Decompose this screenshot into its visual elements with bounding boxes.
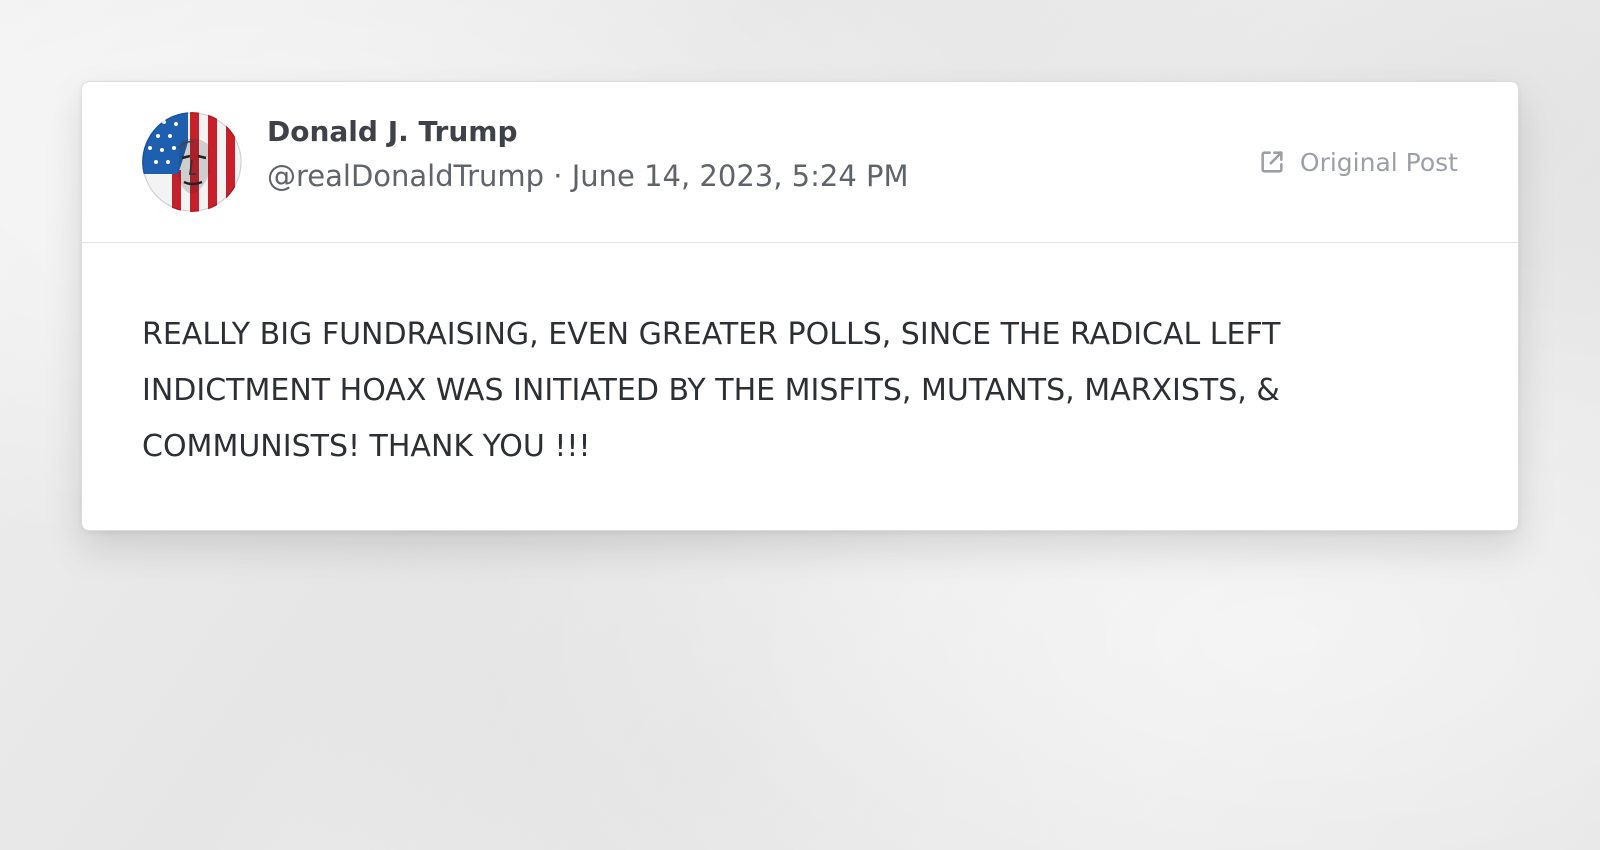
- original-post-link[interactable]: Original Post: [1258, 148, 1458, 176]
- post-text: REALLY BIG FUNDRAISING, EVEN GREATER POL…: [142, 317, 1281, 464]
- author-info: Donald J. Trump @realDonaldTrump · June …: [267, 118, 909, 191]
- author-meta: @realDonaldTrump · June 14, 2023, 5:24 P…: [267, 162, 909, 191]
- post-body: REALLY BIG FUNDRAISING, EVEN GREATER POL…: [82, 243, 1518, 475]
- original-post-label: Original Post: [1299, 147, 1458, 177]
- post-card: Donald J. Trump @realDonaldTrump · June …: [81, 81, 1519, 531]
- author-handle[interactable]: @realDonaldTrump: [267, 159, 544, 193]
- post-timestamp[interactable]: June 14, 2023, 5:24 PM: [572, 159, 909, 193]
- author-name[interactable]: Donald J. Trump: [267, 118, 909, 146]
- post-header: Donald J. Trump @realDonaldTrump · June …: [82, 82, 1518, 243]
- external-link-icon: [1261, 151, 1283, 173]
- flag-portrait-avatar-icon: [142, 112, 242, 212]
- meta-separator: ·: [544, 159, 572, 193]
- avatar[interactable]: [142, 112, 242, 212]
